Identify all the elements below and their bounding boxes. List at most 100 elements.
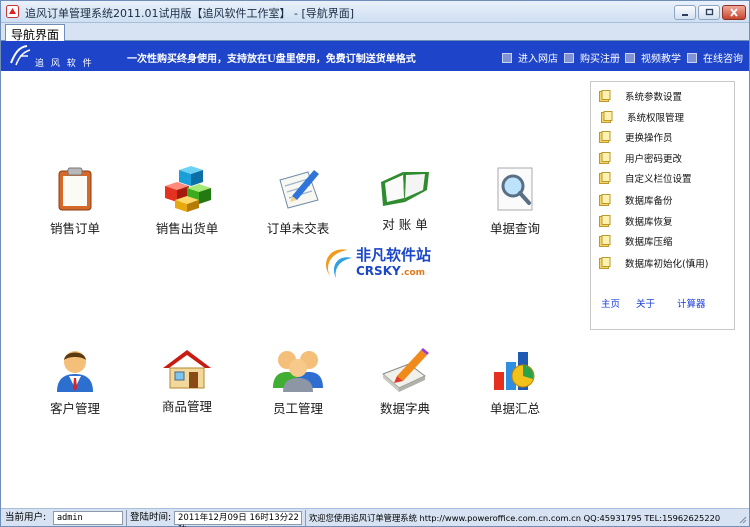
menu-label: 用户密码更改 [625,154,683,165]
group-icon [273,351,323,392]
menu-label: 数据库恢复 [625,217,673,228]
link-online-consult[interactable]: 在线咨询 [687,50,743,65]
app-window: 追风订单管理系统2011.01试用版【追风软件工作室】 - [导航界面] 导航界… [0,0,750,527]
login-time-label: 登陆时间: [130,512,172,523]
app-label: 单据汇总 [489,401,540,416]
app-label: 销售订单 [49,221,100,236]
dictionary-pen-icon [382,348,429,392]
current-user-label: 当前用户: [5,512,47,523]
watermark-en-suffix: .com [400,268,426,278]
folder-icon [599,235,611,247]
menu-change-operator[interactable]: 更换操作员 [599,130,673,144]
folder-icon [599,257,611,269]
menu-permissions[interactable]: 系统权限管理 [601,110,684,124]
app-label: 销售出货单 [155,221,219,236]
link-label: 购买注册 [580,54,620,65]
bar-chart-icon [494,352,535,390]
close-icon [730,8,738,17]
app-icon [6,5,19,18]
menu-label: 数据库压缩 [625,237,673,248]
app-document-summary[interactable]: 单据汇总 [470,348,560,417]
header-banner: 追 风 软 件 一次性购买终身使用，支持放在U盘里使用，免费订制送货单格式 进入… [1,41,749,71]
status-divider [305,510,306,526]
tab-strip: 导航界面 [1,23,749,42]
app-statement[interactable]: 对 账 单 [360,166,450,233]
app-employee-management[interactable]: 员工管理 [253,348,343,417]
app-label: 数据字典 [379,401,430,416]
app-label: 客户管理 [49,401,100,416]
link-box-icon [564,52,574,63]
resize-grip-icon[interactable] [737,514,747,524]
app-customer-management[interactable]: 客户管理 [30,348,120,417]
welcome-message: 欢迎您使用追风订单管理系统 http://www.poweroffice.com… [309,513,721,523]
link-video-tutorial[interactable]: 视频教学 [625,50,681,65]
minimize-button[interactable] [674,5,696,20]
menu-change-password[interactable]: 用户密码更改 [599,151,682,165]
app-data-dictionary[interactable]: 数据字典 [360,348,450,417]
watermark-en-text: CRSKY [356,264,401,278]
menu-db-backup[interactable]: 数据库备份 [599,193,673,207]
link-home[interactable]: 主页 [601,296,620,310]
menu-label: 数据库初始化(慎用) [625,259,709,270]
app-pending-orders[interactable]: 订单未交表 [253,166,343,237]
note-pen-icon [279,170,319,209]
restore-icon [705,8,714,16]
magnifier-icon [497,167,533,211]
app-label: 员工管理 [272,401,323,416]
folder-icon [599,90,611,102]
folder-icon [601,111,613,123]
folder-icon [599,194,611,206]
clipboard-icon [58,167,92,211]
status-bar: 当前用户: admin 登陆时间: 2011年12月09日 16时13分22秒 … [1,508,749,527]
app-label: 对 账 单 [382,217,428,232]
menu-custom-columns[interactable]: 自定义栏位设置 [599,171,692,185]
logo-icon [10,45,31,66]
app-sales-order[interactable]: 销售订单 [30,166,120,237]
tab-navigation[interactable]: 导航界面 [5,24,66,42]
watermark-cn: 非凡软件站 [356,246,432,264]
status-divider [126,510,127,526]
crsky-watermark: 非凡软件站 CRSKY.com [318,242,434,286]
close-button[interactable] [722,5,746,20]
folder-icon [599,215,611,227]
customer-icon [57,351,93,392]
app-label: 单据查询 [489,221,540,236]
slogan: 一次性购买终身使用，支持放在U盘里使用，免费订制送货单格式 [127,54,416,65]
app-label: 订单未交表 [266,221,330,236]
app-document-query[interactable]: 单据查询 [470,166,560,237]
menu-db-initialize[interactable]: 数据库初始化(慎用) [599,256,708,270]
house-icon [163,350,211,389]
menu-label: 自定义栏位设置 [625,174,692,185]
app-product-management[interactable]: 商品管理 [142,348,232,415]
link-label: 进入网店 [518,54,558,65]
link-label: 视频教学 [641,54,681,65]
link-box-icon [625,52,635,63]
link-calculator[interactable]: 计算器 [677,296,706,310]
link-online-store[interactable]: 进入网店 [502,50,558,65]
app-label: 商品管理 [161,399,212,414]
link-about[interactable]: 关于 [636,296,655,310]
settings-panel: 系统参数设置 系统权限管理 更换操作员 用户密码更改 自定义栏位设置 数据库备份… [590,81,735,330]
open-book-icon [381,172,429,206]
minimize-icon [682,13,688,16]
menu-label: 更换操作员 [625,133,673,144]
crsky-logo-icon [326,249,352,278]
current-user-value: admin [53,511,123,525]
folder-icon [599,152,611,164]
menu-label: 系统参数设置 [625,92,683,103]
link-label: 在线咨询 [703,54,743,65]
folder-icon [599,172,611,184]
link-register[interactable]: 购买注册 [564,50,620,65]
menu-label: 系统权限管理 [627,113,685,124]
folder-icon [599,131,611,143]
menu-system-params[interactable]: 系统参数设置 [599,89,682,103]
title-bar[interactable]: 追风订单管理系统2011.01试用版【追风软件工作室】 - [导航界面] [1,1,749,23]
window-title: 追风订单管理系统2011.01试用版【追风软件工作室】 - [导航界面] [25,7,355,20]
link-box-icon [687,52,697,63]
menu-label: 数据库备份 [625,196,673,207]
app-sales-shipment[interactable]: 销售出货单 [142,166,232,237]
restore-button[interactable] [698,5,720,20]
menu-db-compress[interactable]: 数据库压缩 [599,234,673,248]
boxes-icon [165,166,211,212]
menu-db-restore[interactable]: 数据库恢复 [599,214,673,228]
